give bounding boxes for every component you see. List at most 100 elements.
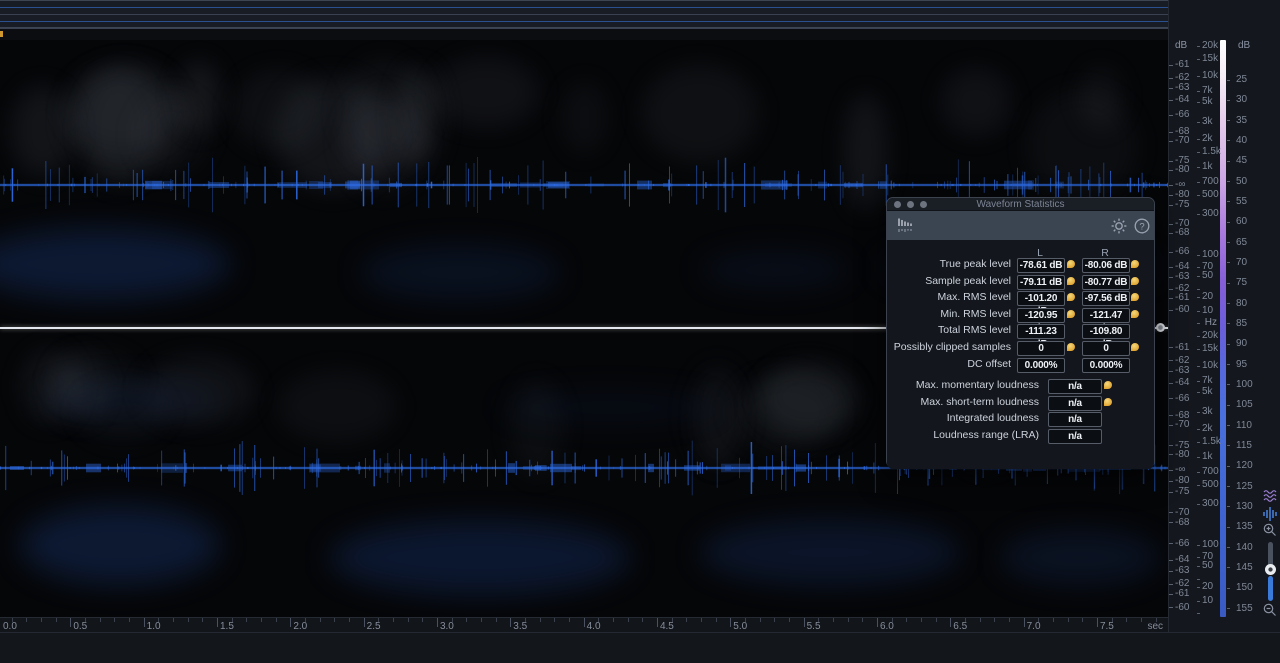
colorbar-tick-label: 85 xyxy=(1236,318,1247,330)
waveform-overview-strip[interactable] xyxy=(0,0,1168,28)
amp-scale-tick xyxy=(1169,195,1173,196)
time-ruler-label: 3.0 xyxy=(440,621,454,632)
colorbar-tick-label: 45 xyxy=(1236,155,1247,167)
colorbar-tick-label: 125 xyxy=(1236,481,1253,493)
colorbar-tick-label: 120 xyxy=(1236,460,1253,472)
freq-scale-tick xyxy=(1197,485,1200,486)
time-ruler[interactable]: sec 0.00.51.01.52.02.53.03.54.04.55.05.5… xyxy=(0,617,1168,632)
low-frequency-energy-blob xyxy=(0,228,230,300)
loudness-value: n/a xyxy=(1048,429,1102,444)
colorbar-tick xyxy=(1227,486,1230,487)
time-ruler-label: 1.0 xyxy=(147,621,161,632)
spectral-blob xyxy=(232,69,324,150)
amp-scale-tick xyxy=(1169,425,1173,426)
overview-channel-left[interactable] xyxy=(0,1,1168,15)
spectrogram-colorbar xyxy=(1220,40,1226,617)
amp-scale-tick xyxy=(1169,289,1173,290)
amp-scale-label: -68 xyxy=(1175,227,1189,239)
amp-scale-tick xyxy=(1169,481,1173,482)
time-ruler-label: 0.0 xyxy=(3,621,17,632)
colorbar-tick xyxy=(1227,100,1230,101)
low-frequency-energy-blob xyxy=(500,390,720,425)
freq-scale-label: 1.5k xyxy=(1202,436,1221,448)
stat-value-right: -80.77 dB xyxy=(1082,275,1130,290)
amp-scale-tick xyxy=(1169,492,1173,493)
amp-scale-label: -66 xyxy=(1175,393,1189,405)
low-frequency-energy-blob xyxy=(330,520,630,595)
warning-flag-icon xyxy=(1104,398,1112,406)
freq-scale-label: 2k xyxy=(1202,423,1213,435)
vertical-zoom-slider-handle[interactable] xyxy=(1265,564,1276,575)
time-ruler-unit: sec xyxy=(1147,621,1163,632)
low-frequency-energy-blob xyxy=(700,520,960,585)
freq-scale-tick xyxy=(1197,429,1200,430)
amp-scale-tick xyxy=(1169,445,1173,446)
freq-scale-label: 700 xyxy=(1202,466,1219,478)
freq-scale-label: 3k xyxy=(1202,116,1213,128)
vertical-zoom-slider-track-active[interactable] xyxy=(1268,576,1273,601)
amp-scale-label: -63 xyxy=(1175,271,1189,283)
spectrogram-view-icon[interactable] xyxy=(1262,488,1278,504)
colorbar-tick xyxy=(1227,140,1230,141)
freq-scale-tick xyxy=(1197,381,1200,382)
vertical-zoom-in-icon[interactable] xyxy=(1262,522,1278,538)
time-ruler-tick xyxy=(290,618,291,627)
amp-scale-label: -61 xyxy=(1175,342,1189,354)
time-ruler-tick xyxy=(716,618,717,622)
freq-scale-tick xyxy=(1197,457,1200,458)
waveform-statistics-dialog[interactable]: Waveform Statistics xyxy=(886,197,1155,468)
time-ruler-tick xyxy=(848,618,849,622)
freq-scale-tick xyxy=(1197,91,1200,92)
time-ruler-tick xyxy=(408,618,409,622)
amp-scale-label: -60 xyxy=(1175,602,1189,614)
low-frequency-energy-blob xyxy=(40,380,220,420)
amp-scale-tick xyxy=(1169,371,1173,372)
freq-scale-tick xyxy=(1197,392,1200,393)
waveform-view-icon[interactable] xyxy=(1262,506,1278,522)
time-ruler-tick xyxy=(554,618,555,622)
time-ruler-label: 5.5 xyxy=(807,621,821,632)
time-ruler-tick xyxy=(320,618,321,622)
amp-scale-label: -61 xyxy=(1175,292,1189,304)
freq-scale-label: 15k xyxy=(1202,343,1218,355)
vertical-zoom-out-icon[interactable] xyxy=(1262,602,1278,618)
colorbar-tick xyxy=(1227,303,1230,304)
freq-scale-tick xyxy=(1197,195,1200,196)
freq-scale-tick xyxy=(1197,182,1200,183)
amp-scale-tick xyxy=(1169,233,1173,234)
stat-value-right: -109.80 dB xyxy=(1082,324,1130,339)
stat-value-right: 0.000% xyxy=(1082,358,1130,373)
time-ruler-tick xyxy=(921,618,922,622)
loudness-row-label: Loudness range (LRA) xyxy=(887,429,1039,442)
warning-flag-icon xyxy=(1131,260,1139,268)
overview-channel-right[interactable] xyxy=(0,15,1168,29)
stat-value-left: -101.20 dB xyxy=(1017,291,1065,306)
amp-scale-tick xyxy=(1169,224,1173,225)
freq-scale-label: 500 xyxy=(1202,189,1219,201)
freq-scale-label: 50 xyxy=(1202,560,1213,572)
amp-scale-tick xyxy=(1169,543,1173,544)
time-ruler-tick xyxy=(1068,618,1069,622)
freq-scale-tick xyxy=(1197,214,1200,215)
freq-scale-label: 2k xyxy=(1202,133,1213,145)
colorbar-tick-label: 80 xyxy=(1236,298,1247,310)
time-ruler-tick xyxy=(730,618,731,627)
stat-value-left: -111.23 dB xyxy=(1017,324,1065,339)
amp-scale-tick xyxy=(1169,65,1173,66)
freq-scale-tick xyxy=(1197,102,1200,103)
colorbar-tick-label: 140 xyxy=(1236,542,1253,554)
loudness-row-label: Max. short-term loudness xyxy=(887,396,1039,409)
channel-divider-handle[interactable] xyxy=(1156,323,1165,332)
right-scale-panel[interactable]: dB dB Hz - xyxy=(1168,0,1280,632)
freq-scale-tick xyxy=(1197,297,1200,298)
amp-scale-label: -64 xyxy=(1175,94,1189,106)
colorbar-tick xyxy=(1227,222,1230,223)
amp-scale-tick xyxy=(1169,277,1173,278)
colorbar-tick-label: 100 xyxy=(1236,379,1253,391)
time-ruler-tick xyxy=(510,618,511,627)
freq-scale-tick xyxy=(1197,46,1200,47)
freq-scale-tick xyxy=(1197,59,1200,60)
rx-audio-editor-window: dB dB Hz - xyxy=(0,0,1280,663)
stat-row-label: Min. RMS level xyxy=(883,308,1011,321)
time-ruler-label: 4.5 xyxy=(660,621,674,632)
